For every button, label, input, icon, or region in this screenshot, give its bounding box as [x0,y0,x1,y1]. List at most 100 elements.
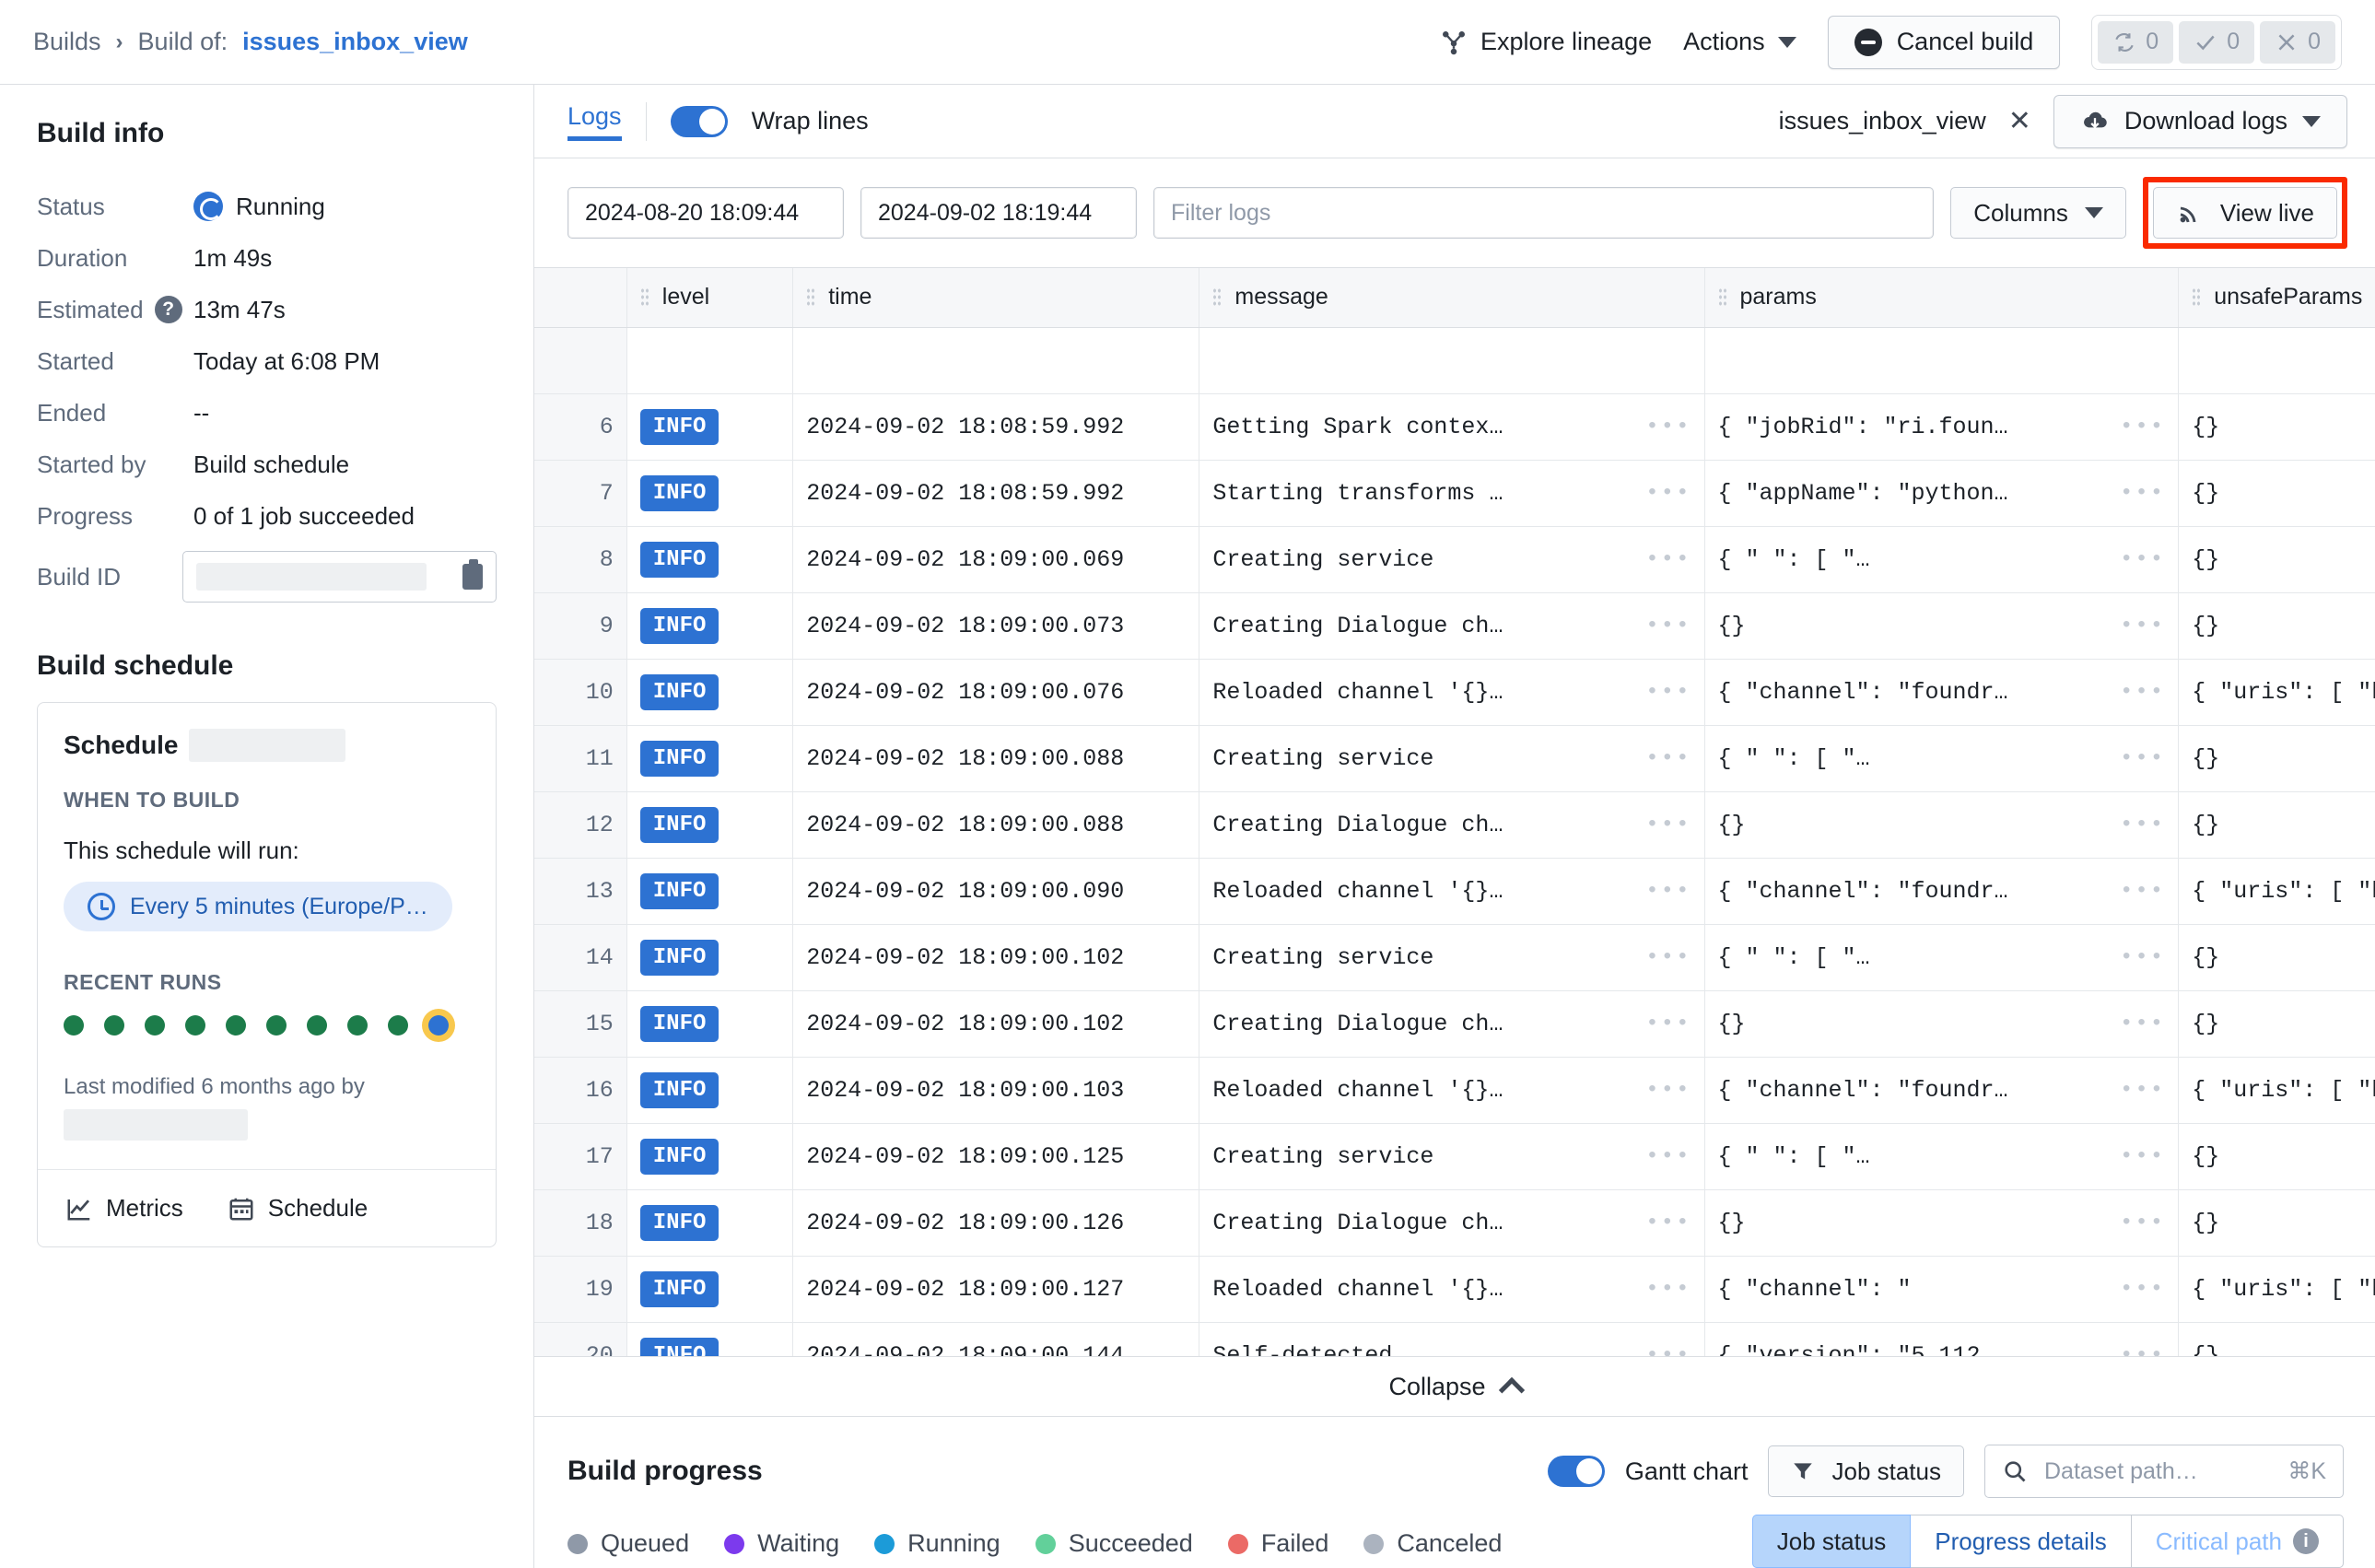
actions-menu-button[interactable]: Actions [1683,28,1796,56]
recent-run-dot-current[interactable] [428,1015,449,1036]
cell-overflow-menu-icon[interactable]: ••• [1645,746,1691,771]
date-to-input[interactable]: 2024-09-02 18:19:44 [860,187,1137,239]
th-params[interactable]: params [1704,268,2180,328]
counter-failed[interactable]: 0 [2260,20,2335,64]
cell-overflow-menu-icon[interactable]: ••• [1645,1012,1691,1036]
table-row[interactable]: 7 INFO 2024-09-02 18:08:59.992 Starting tra… [534,460,2375,527]
recent-run-dot[interactable] [145,1015,165,1036]
cell-overflow-menu-icon[interactable]: ••• [2120,813,2165,837]
job-status-filter-button[interactable]: Job status [1768,1445,1964,1497]
info-icon[interactable]: i [2293,1528,2319,1554]
schedule-cadence-pill[interactable]: Every 5 minutes (Europe/P… [64,882,452,931]
cell-overflow-menu-icon[interactable]: ••• [1645,415,1691,439]
table-row[interactable]: 16 INFO 2024-09-02 18:09:00.103 Reloaded ch… [534,1057,2375,1124]
counter-retries[interactable]: 0 [2098,20,2174,64]
th-unsafeparams[interactable]: unsafeParams [2178,268,2375,328]
drag-handle-icon[interactable] [639,287,649,308]
tab-progress-details[interactable]: Progress details [1911,1515,2132,1568]
help-icon[interactable]: ? [154,296,182,323]
drag-handle-icon[interactable] [1717,287,1727,308]
schedule-button[interactable]: Schedule [228,1194,368,1223]
cell-overflow-menu-icon[interactable]: ••• [2120,746,2165,771]
dataset-path-search-input[interactable]: Dataset path… ⌘K [1984,1445,2344,1498]
cell-rownum: 18 [534,1189,627,1257]
th-message[interactable]: message [1199,268,1705,328]
recent-run-dot[interactable] [64,1015,84,1036]
table-row[interactable]: 6 INFO 2024-09-02 18:08:59.992 Getting Spar… [534,393,2375,461]
cell-overflow-menu-icon[interactable]: ••• [1645,481,1691,506]
columns-button[interactable]: Columns [1950,187,2126,239]
breadcrumb-dataset-link[interactable]: issues_inbox_view [242,28,468,56]
recent-run-dot[interactable] [388,1015,408,1036]
recent-run-dot[interactable] [307,1015,327,1036]
cell-overflow-menu-icon[interactable]: ••• [2120,547,2165,572]
cancel-build-button[interactable]: Cancel build [1827,15,2061,69]
table-row[interactable]: 12 INFO 2024-09-02 18:09:00.088 Creating Di… [534,791,2375,859]
th-time[interactable]: time [792,268,1200,328]
cell-overflow-menu-icon[interactable]: ••• [2120,481,2165,506]
tab-logs[interactable]: Logs [567,102,622,141]
cell-overflow-menu-icon[interactable]: ••• [1645,879,1691,904]
counter-succeeded[interactable]: 0 [2179,20,2255,64]
view-live-button[interactable]: View live [2152,187,2337,239]
cell-overflow-menu-icon[interactable]: ••• [1645,614,1691,638]
cell-overflow-menu-icon[interactable]: ••• [2120,614,2165,638]
recent-run-dot[interactable] [266,1015,287,1036]
recent-run-dot[interactable] [347,1015,368,1036]
recent-run-dot[interactable] [185,1015,205,1036]
cell-overflow-menu-icon[interactable]: ••• [2120,1343,2165,1357]
cell-overflow-menu-icon[interactable]: ••• [2120,1078,2165,1103]
lineage-icon [1443,30,1465,54]
table-row[interactable]: 15 INFO 2024-09-02 18:09:00.102 Creating Di… [534,990,2375,1058]
recent-run-dot[interactable] [226,1015,246,1036]
cell-overflow-menu-icon[interactable]: ••• [1645,1078,1691,1103]
cell-overflow-menu-icon[interactable]: ••• [1645,1144,1691,1169]
cell-overflow-menu-icon[interactable]: ••• [2120,680,2165,705]
collapse-logs-button[interactable]: Collapse [534,1356,2375,1417]
table-row[interactable]: 8 INFO 2024-09-02 18:09:00.069 Creating ser… [534,526,2375,593]
cell-overflow-menu-icon[interactable]: ••• [2120,1012,2165,1036]
metrics-button[interactable]: Metrics [65,1194,183,1223]
columns-label: Columns [1973,198,2068,227]
table-row[interactable]: 20 INFO 2024-09-02 18:09:00.144 Self-detect… [534,1322,2375,1356]
table-row[interactable]: 18 INFO 2024-09-02 18:09:00.126 Creating Di… [534,1189,2375,1257]
recent-run-dot[interactable] [104,1015,124,1036]
breadcrumb-builds[interactable]: Builds [33,28,101,56]
drag-handle-icon[interactable] [806,287,816,308]
tab-job-status[interactable]: Job status [1751,1515,1912,1568]
cell-overflow-menu-icon[interactable]: ••• [2120,1144,2165,1169]
table-row[interactable]: 14 INFO 2024-09-02 18:09:00.102 Creating se… [534,924,2375,991]
clipboard-icon[interactable] [462,559,483,590]
table-row[interactable]: 13 INFO 2024-09-02 18:09:00.090 Reloaded ch… [534,858,2375,925]
cell-overflow-menu-icon[interactable]: ••• [2120,1277,2165,1302]
cell-overflow-menu-icon[interactable]: ••• [2120,415,2165,439]
cell-overflow-menu-icon[interactable]: ••• [1645,1211,1691,1235]
cell-overflow-menu-icon[interactable]: ••• [1645,680,1691,705]
table-row[interactable]: 11 INFO 2024-09-02 18:09:00.088 Creating se… [534,725,2375,792]
cell-overflow-menu-icon[interactable]: ••• [1645,813,1691,837]
table-row[interactable]: 9 INFO 2024-09-02 18:09:00.073 Creating Dia… [534,592,2375,660]
cell-overflow-menu-icon[interactable]: ••• [1645,1277,1691,1302]
cell-overflow-menu-icon[interactable]: ••• [1645,945,1691,970]
gantt-chart-toggle[interactable] [1547,1456,1605,1487]
table-row[interactable]: 17 INFO 2024-09-02 18:09:00.125 Creating se… [534,1123,2375,1190]
explore-lineage-button[interactable]: Explore lineage [1440,28,1652,56]
th-level[interactable]: level [626,268,794,328]
cell-overflow-menu-icon[interactable]: ••• [1645,1343,1691,1357]
table-row[interactable]: 19 INFO 2024-09-02 18:09:00.127 Reloaded ch… [534,1256,2375,1323]
tab-critical-path[interactable]: Critical path i [2131,1515,2344,1568]
cell-overflow-menu-icon[interactable]: ••• [2120,879,2165,904]
cell-overflow-menu-icon[interactable]: ••• [2120,1211,2165,1235]
cell-overflow-menu-icon[interactable]: ••• [2120,945,2165,970]
logs-table-container[interactable]: level time message params unsafeParams o… [534,267,2375,1356]
date-from-input[interactable]: 2024-08-20 18:09:44 [567,187,844,239]
cell-overflow-menu-icon[interactable]: ••• [1645,547,1691,572]
download-logs-button[interactable]: Download logs [2053,94,2347,148]
close-icon[interactable]: ✕ [2008,107,2031,135]
filter-logs-input[interactable]: Filter logs [1153,187,1935,239]
wrap-lines-toggle[interactable] [670,105,728,137]
build-id-field[interactable] [182,551,497,603]
drag-handle-icon[interactable] [1212,287,1223,308]
table-row[interactable]: 10 INFO 2024-09-02 18:09:00.076 Reloaded ch… [534,659,2375,726]
drag-handle-icon[interactable] [2192,287,2202,308]
